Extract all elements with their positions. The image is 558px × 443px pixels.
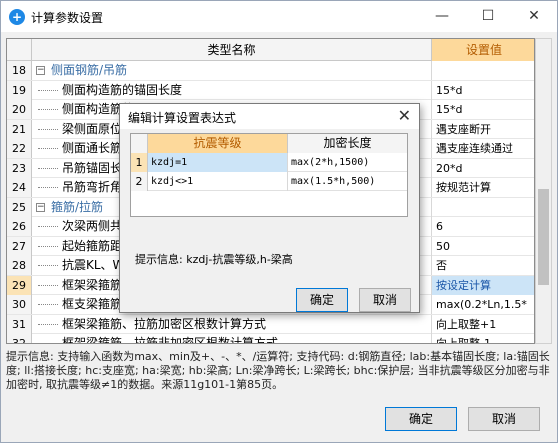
tree-connector — [38, 323, 58, 325]
row-value-cell[interactable] — [432, 61, 534, 80]
vertical-scrollbar[interactable] — [535, 38, 552, 344]
row-name-cell: 框架梁箍筋、拉筋加密区根数计算方式 — [32, 314, 432, 334]
row-value-cell[interactable]: 向上取整-1 — [432, 334, 534, 343]
dialog-title-bar: 编辑计算设置表达式 ✕ — [120, 104, 419, 129]
dialog-ok-button[interactable]: 确定 — [296, 288, 348, 312]
row-number: 22 — [7, 139, 32, 158]
header-seismic-grade: 抗震等级 — [148, 134, 288, 153]
table-row[interactable]: 32 框架梁箍筋、拉筋非加密区根数计算方式 向上取整-1 — [7, 334, 534, 344]
row-number: 25 — [7, 197, 32, 217]
minimize-button[interactable]: — — [419, 1, 465, 32]
dialog-hint: 提示信息: kzdj-抗震等级,h-梁高 — [135, 253, 293, 266]
row-name-cell: 框架梁箍筋、拉筋非加密区根数计算方式 — [32, 334, 432, 344]
header-setting-value: 设置值 — [432, 39, 534, 61]
row-value-cell[interactable]: 50 — [432, 237, 534, 256]
maximize-button[interactable]: ☐ — [465, 1, 511, 32]
tree-connector — [38, 128, 58, 130]
expression-header-corner — [131, 134, 148, 153]
seismic-grade-cell[interactable]: kzdj=1 — [148, 153, 288, 172]
tree-connector — [38, 245, 58, 247]
collapse-icon[interactable]: − — [36, 202, 45, 212]
row-number: 18 — [7, 61, 32, 80]
expression-table: 抗震等级 加密长度 1 kzdj=1 max(2*h,1500) 2 kzdj<>1 ma… — [130, 133, 408, 217]
expression-row-number: 1 — [131, 153, 148, 172]
row-name-text: 侧面构造筋的锚固长度 — [62, 82, 183, 97]
expression-table-header: 抗震等级 加密长度 — [131, 134, 407, 153]
tree-connector — [38, 304, 58, 305]
row-value-cell[interactable]: 15*d — [432, 81, 534, 100]
cancel-button[interactable]: 取消 — [468, 407, 540, 431]
tree-connector — [38, 226, 58, 227]
title-bar: + 计算参数设置 — ☐ ✕ — [1, 1, 557, 32]
grid-header: 类型名称 设置值 — [7, 39, 534, 61]
row-value-cell[interactable] — [432, 198, 534, 217]
tree-connector — [38, 187, 58, 188]
row-value-cell[interactable]: 向上取整+1 — [432, 315, 534, 334]
row-value-cell[interactable]: 遇支座断开 — [432, 120, 534, 139]
row-number: 27 — [7, 236, 32, 256]
row-name-cell: 侧面构造筋的锚固长度 — [32, 80, 432, 100]
tree-connector — [38, 265, 58, 266]
row-number: 21 — [7, 119, 32, 139]
row-name-text: 框架梁箍筋、拉筋非加密区根数计算方式 — [62, 336, 279, 344]
row-number: 19 — [7, 80, 32, 100]
calc-settings-window: + 计算参数设置 — ☐ ✕ 类型名称 设置值 18− 侧面钢筋/吊筋 19 侧面构造… — [0, 0, 558, 443]
scrollbar-thumb[interactable] — [538, 189, 549, 285]
tree-connector — [38, 284, 58, 286]
header-densified-length: 加密长度 — [288, 134, 407, 153]
header-corner — [7, 39, 32, 61]
tree-connector — [38, 109, 58, 110]
row-value-cell[interactable]: 否 — [432, 256, 534, 275]
table-row[interactable]: 19 侧面构造筋的锚固长度 15*d — [7, 80, 534, 100]
row-value-cell[interactable]: 按设定计算 — [432, 275, 534, 295]
group-row[interactable]: 18− 侧面钢筋/吊筋 — [7, 61, 534, 81]
seismic-grade-cell[interactable]: kzdj<>1 — [148, 172, 288, 191]
row-value-cell[interactable]: max(0.2*Ln,1.5* — [432, 295, 534, 314]
row-value-cell[interactable]: 15*d — [432, 100, 534, 119]
table-row[interactable]: 31 框架梁箍筋、拉筋加密区根数计算方式 向上取整+1 — [7, 314, 534, 334]
dialog-cancel-button[interactable]: 取消 — [359, 288, 411, 312]
app-icon: + — [9, 9, 25, 25]
row-value-cell[interactable]: 遇支座连续通过 — [432, 139, 534, 158]
dialog-close-icon[interactable]: ✕ — [398, 106, 411, 125]
row-number: 31 — [7, 314, 32, 334]
row-number: 24 — [7, 178, 32, 197]
row-number: 29 — [7, 275, 32, 295]
tree-connector — [38, 343, 58, 344]
collapse-icon[interactable]: − — [36, 66, 45, 75]
dialog-title: 编辑计算设置表达式 — [128, 111, 237, 125]
row-value-cell[interactable]: 20*d — [432, 159, 534, 178]
tree-connector — [38, 148, 58, 149]
row-name-text: 箍筋/拉筋 — [51, 199, 104, 214]
row-number: 28 — [7, 256, 32, 275]
expression-row[interactable]: 2 kzdj<>1 max(1.5*h,500) — [131, 172, 407, 191]
row-value-cell[interactable]: 按规范计算 — [432, 178, 534, 197]
tree-connector — [38, 167, 58, 169]
row-number: 20 — [7, 100, 32, 119]
row-name-cell: − 侧面钢筋/吊筋 — [32, 61, 432, 80]
expression-row[interactable]: 1 kzdj=1 max(2*h,1500) — [131, 153, 407, 172]
densified-length-cell[interactable]: max(1.5*h,500) — [288, 172, 407, 191]
tree-connector — [38, 89, 58, 91]
row-number: 30 — [7, 295, 32, 314]
window-title: 计算参数设置 — [31, 11, 104, 25]
info-text: 提示信息: 支持输入函数为max、min及+、-、*、/运算符; 支持代码: d… — [6, 350, 550, 391]
ok-button[interactable]: 确定 — [385, 407, 457, 431]
row-number: 26 — [7, 217, 32, 236]
densified-length-cell[interactable]: max(2*h,1500) — [288, 153, 407, 172]
row-number: 23 — [7, 158, 32, 178]
close-button[interactable]: ✕ — [511, 1, 557, 32]
row-name-text: 侧面钢筋/吊筋 — [51, 63, 128, 77]
row-name-text: 框架梁箍筋、拉筋加密区根数计算方式 — [62, 316, 267, 331]
row-number: 32 — [7, 334, 32, 343]
header-type-name: 类型名称 — [32, 39, 432, 61]
expression-row-number: 2 — [131, 172, 148, 191]
edit-expression-dialog: 编辑计算设置表达式 ✕ 抗震等级 加密长度 1 kzdj=1 max(2*h,150… — [119, 103, 420, 313]
row-value-cell[interactable]: 6 — [432, 217, 534, 236]
